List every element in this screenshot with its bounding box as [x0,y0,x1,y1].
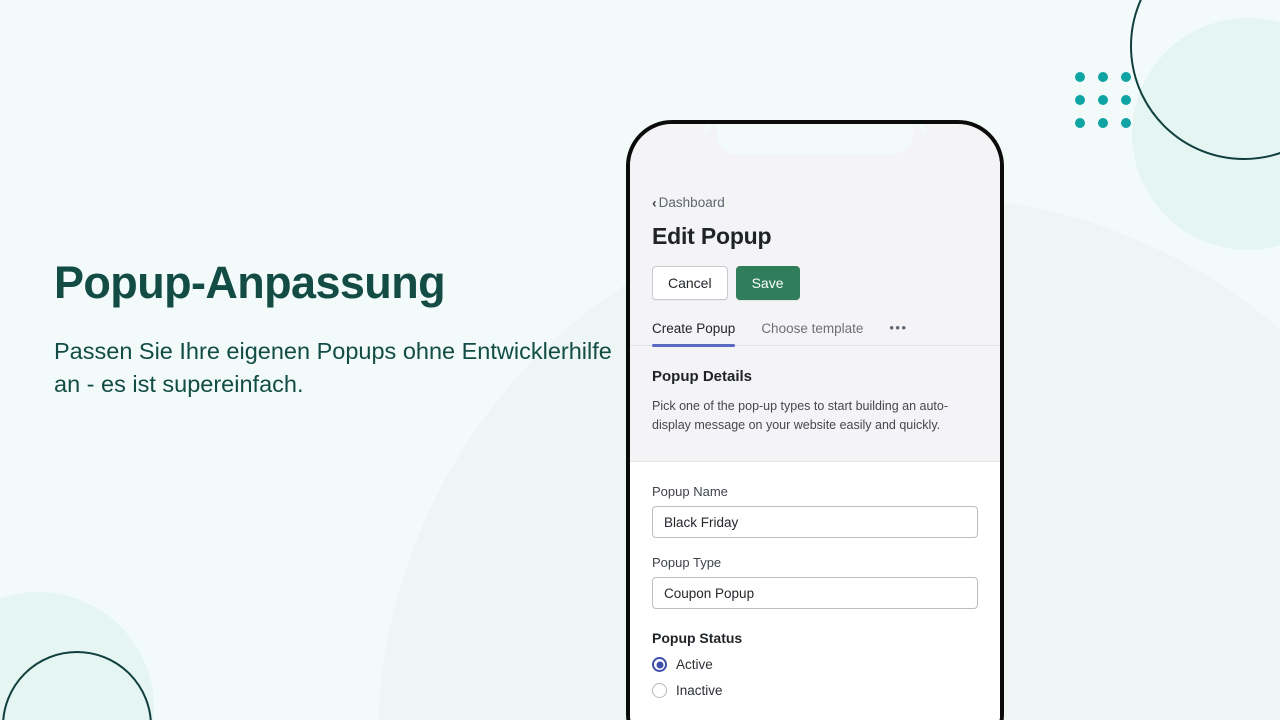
radio-active-icon[interactable] [652,657,667,673]
action-buttons: Cancel Save [652,266,978,301]
page-title: Popup-Anpassung [54,257,446,308]
popup-form-card: Popup Name Popup Type Popup Status Activ… [630,462,1000,720]
save-button[interactable]: Save [735,266,800,301]
breadcrumb[interactable]: ‹ Dashboard [652,196,978,210]
tab-choose-template[interactable]: Choose template [761,321,863,345]
tab-create-popup[interactable]: Create Popup [652,321,736,347]
app-header: ‹ Dashboard Edit Popup Cancel Save [630,156,1000,301]
app-content: ‹ Dashboard Edit Popup Cancel Save Creat… [630,156,1000,720]
mint-circle-top-right [1132,18,1280,250]
cancel-button[interactable]: Cancel [652,266,728,301]
popup-status-label: Popup Status [652,630,743,647]
radio-inactive-icon[interactable] [652,683,667,699]
field-popup-name: Popup Name [652,484,978,539]
radio-option-inactive[interactable]: Inactive [652,683,978,699]
mint-circle-bottom-left [0,592,154,720]
outline-circle-top-right [1130,0,1280,160]
hero-copy: Popup-Anpassung Passen Sie Ihre eigenen … [54,257,629,400]
phone-notch [717,124,913,154]
breadcrumb-label[interactable]: Dashboard [659,196,725,210]
popup-details-description: Pick one of the pop-up types to start bu… [652,399,949,433]
app-page-title: Edit Popup [652,223,772,249]
popup-details-title: Popup Details [652,368,753,386]
hero-subtitle: Passen Sie Ihre eigenen Popups ohne Entw… [54,338,612,397]
phone-screen: ‹ Dashboard Edit Popup Cancel Save Creat… [630,124,1000,720]
field-popup-type: Popup Type [652,555,978,610]
tab-bar: Create Popup Choose template ••• [630,321,1000,347]
radio-active-label: Active [676,657,713,673]
popup-name-label: Popup Name [652,484,728,500]
popup-details-panel: Popup Details Pick one of the pop-up typ… [630,346,1000,463]
dot-grid-icon [1075,72,1131,128]
phone-notch-corner-right [911,124,925,138]
popup-name-input[interactable] [652,506,978,539]
popup-type-label: Popup Type [652,555,722,571]
radio-option-active[interactable]: Active [652,657,978,673]
phone-mockup: ‹ Dashboard Edit Popup Cancel Save Creat… [626,120,1004,720]
outline-circle-bottom-left [2,651,152,720]
popup-type-input[interactable] [652,577,978,610]
radio-inactive-label: Inactive [676,683,723,699]
back-chevron-icon[interactable]: ‹ [652,196,657,210]
tabs-overflow-icon[interactable]: ••• [889,321,907,345]
